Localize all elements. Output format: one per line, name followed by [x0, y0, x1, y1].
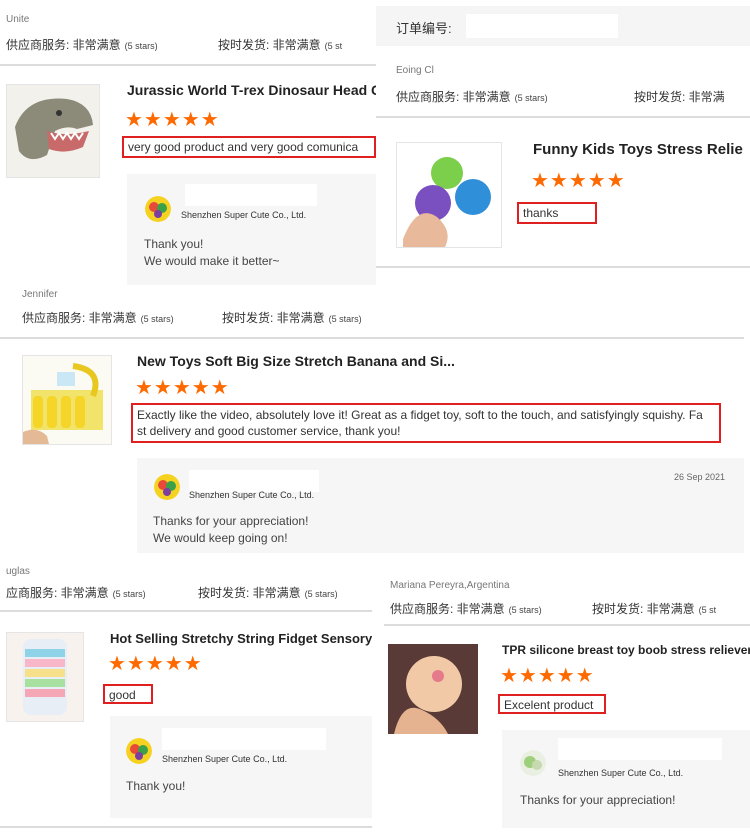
redaction-block	[162, 728, 326, 750]
service-rating: 应商服务: 非常满意 (5 stars)	[6, 584, 146, 601]
review-card-1: Unite 供应商服务: 非常满意 (5 stars) 按时发货: 非常满意 (5 …	[0, 0, 376, 285]
review-text: Excelent product	[498, 694, 606, 714]
review-line-2: st delivery and good customer service, t…	[137, 424, 401, 438]
shipping-rating-stars: (5 st	[698, 605, 717, 615]
service-rating-stars: (5 stars)	[508, 605, 542, 615]
star-rating: ★★★★★	[500, 665, 595, 687]
product-title[interactable]: Hot Selling Stretchy String Fidget Senso…	[110, 631, 372, 646]
service-rating-label: 供应商服务: 非常满意	[390, 602, 505, 616]
reviewer-name: Eoing Cl	[396, 65, 434, 76]
product-title[interactable]: New Toys Soft Big Size Stretch Banana an…	[137, 353, 455, 369]
divider	[376, 266, 750, 268]
string-fidget-icon	[7, 633, 83, 721]
seller-reply: 26 Sep 2021 Shenzhen Super Cute Co., Ltd…	[137, 458, 744, 553]
order-number-label: 订单编号:	[396, 21, 452, 36]
product-image[interactable]	[6, 84, 100, 178]
product-title[interactable]: Jurassic World T-rex Dinosaur Head C	[127, 82, 376, 98]
product-image[interactable]	[388, 644, 478, 734]
reply-date: 26 Sep 2021	[674, 472, 726, 482]
seller-name: Shenzhen Super Cute Co., Ltd.	[181, 210, 307, 220]
review-text: Exactly like the video, absolutely love …	[131, 403, 721, 443]
service-rating-stars: (5 stars)	[112, 589, 146, 599]
seller-name: Shenzhen Super Cute Co., Ltd.	[558, 768, 684, 778]
shipping-rating: 按时发货: 非常满意 (5 stars)	[198, 584, 338, 601]
service-rating: 供应商服务: 非常满意 (5 stars)	[396, 88, 548, 105]
product-image[interactable]	[396, 142, 502, 248]
redaction-block	[189, 470, 319, 492]
product-image[interactable]	[22, 355, 112, 445]
reply-line-1: Thanks for your appreciation!	[153, 514, 309, 528]
seller-reply: Shenzhen Super Cute Co., Ltd. Thanks for…	[502, 730, 750, 828]
service-rating-label: 应商服务: 非常满意	[6, 586, 109, 600]
service-rating: 供应商服务: 非常满意 (5 stars)	[6, 36, 158, 53]
product-image[interactable]	[6, 632, 84, 722]
product-title[interactable]: TPR silicone breast toy boob stress reli…	[502, 643, 750, 657]
review-text: very good product and very good comunica	[122, 136, 376, 158]
service-rating-label: 供应商服务: 非常满意	[396, 90, 511, 104]
shipping-rating: 按时发货: 非常满意 (5 st	[218, 36, 342, 53]
order-number-redacted	[466, 14, 618, 38]
service-rating-label: 供应商服务: 非常满意	[22, 311, 137, 325]
dinosaur-head-icon	[7, 85, 99, 177]
divider	[0, 337, 744, 339]
seller-logo-icon	[520, 750, 546, 776]
seller-reply: Shenzhen Super Cute Co., Ltd. Thank you!…	[127, 174, 376, 285]
service-rating: 供应商服务: 非常满意 (5 stars)	[390, 600, 542, 617]
shipping-rating-label: 按时发货: 非常满意	[592, 602, 695, 616]
review-card-5: Mariana Pereyra,Argentina 供应商服务: 非常满意 (5 …	[384, 572, 750, 833]
shipping-rating-stars: (5 stars)	[328, 314, 362, 324]
shipping-rating: 按时发货: 非常满意 (5 stars)	[222, 309, 362, 326]
reply-line-2: We would make it better~	[144, 254, 280, 268]
reviewer-name: Unite	[6, 14, 30, 25]
shipping-rating-label: 按时发货: 非常满	[634, 90, 725, 104]
reply-line-2: We would keep going on!	[153, 531, 288, 545]
review-line-1: Exactly like the video, absolutely love …	[137, 408, 703, 422]
silicone-ball-icon	[388, 644, 478, 734]
reply-line-1: Thank you!	[126, 779, 186, 793]
redaction-block	[558, 738, 722, 760]
shipping-rating: 按时发货: 非常满意 (5 st	[592, 600, 716, 617]
redaction-block	[185, 184, 317, 206]
reply-line-1: Thanks for your appreciation!	[520, 793, 676, 807]
service-rating-label: 供应商服务: 非常满意	[6, 38, 121, 52]
seller-name: Shenzhen Super Cute Co., Ltd.	[162, 754, 288, 764]
review-text: thanks	[517, 202, 597, 224]
review-text: good	[103, 684, 153, 704]
seller-name: Shenzhen Super Cute Co., Ltd.	[189, 490, 315, 500]
reply-line-1: Thank you!	[144, 237, 204, 251]
divider	[0, 64, 376, 66]
star-rating: ★★★★★	[135, 377, 230, 399]
seller-logo-icon	[126, 738, 152, 764]
review-card-4: uglas 应商服务: 非常满意 (5 stars) 按时发货: 非常满意 (5 s…	[0, 560, 372, 833]
divider	[376, 116, 750, 118]
shipping-rating-label: 按时发货: 非常满意	[218, 38, 321, 52]
reviewer-name: Jennifer	[22, 289, 58, 300]
reviewer-name: Mariana Pereyra,Argentina	[390, 580, 510, 591]
star-rating: ★★★★★	[108, 653, 203, 675]
review-card-2: 订单编号: Eoing Cl 供应商服务: 非常满意 (5 stars) 按时发货…	[376, 0, 750, 270]
reviewer-name: uglas	[6, 566, 30, 577]
stress-balls-icon	[397, 143, 501, 247]
star-rating: ★★★★★	[125, 109, 220, 131]
shipping-rating: 按时发货: 非常满	[634, 88, 725, 105]
seller-logo-icon	[145, 196, 171, 222]
service-rating-stars: (5 stars)	[514, 93, 548, 103]
review-card-3: Jennifer 供应商服务: 非常满意 (5 stars) 按时发货: 非常满意…	[0, 285, 750, 553]
divider	[384, 624, 750, 626]
shipping-rating-label: 按时发货: 非常满意	[222, 311, 325, 325]
service-rating-stars: (5 stars)	[124, 41, 158, 51]
service-rating: 供应商服务: 非常满意 (5 stars)	[22, 309, 174, 326]
service-rating-stars: (5 stars)	[140, 314, 174, 324]
seller-logo-icon	[154, 474, 180, 500]
banana-toys-icon	[23, 356, 111, 444]
shipping-rating-label: 按时发货: 非常满意	[198, 586, 301, 600]
divider	[0, 610, 372, 612]
product-title[interactable]: Funny Kids Toys Stress Relie	[533, 141, 743, 158]
star-rating: ★★★★★	[531, 170, 626, 192]
divider	[0, 826, 372, 828]
shipping-rating-stars: (5 stars)	[304, 589, 338, 599]
seller-reply: Shenzhen Super Cute Co., Ltd. Thank you!	[110, 716, 372, 818]
shipping-rating-stars: (5 st	[324, 41, 343, 51]
